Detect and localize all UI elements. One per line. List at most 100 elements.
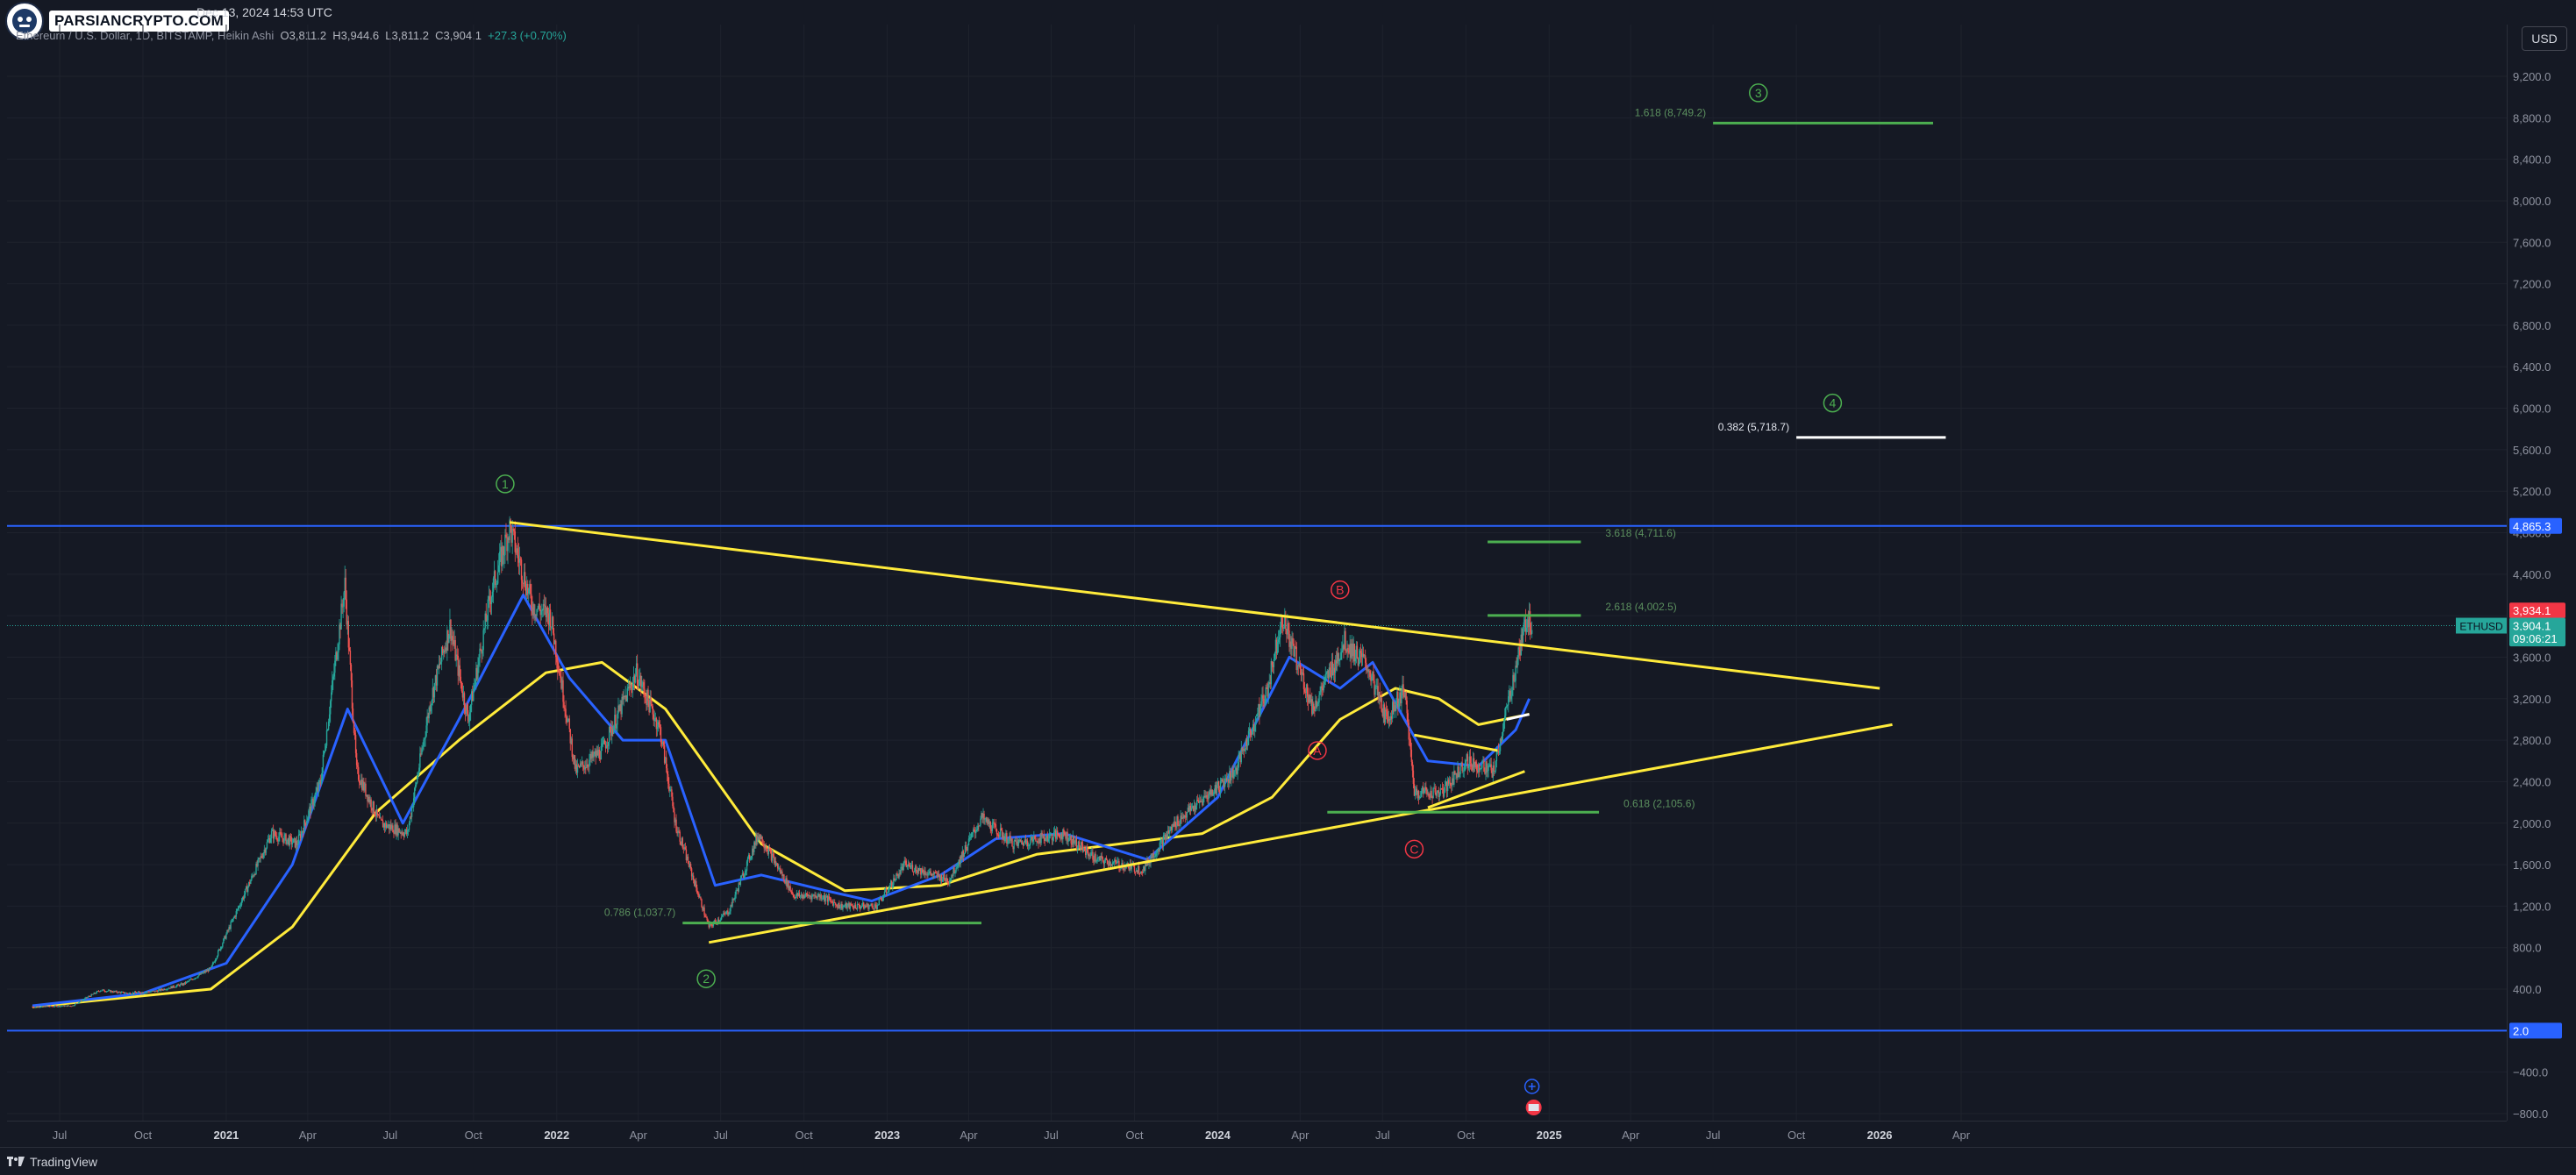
candle-body (411, 807, 414, 808)
candle-body (289, 836, 291, 837)
time-tick-label: Oct (1457, 1129, 1475, 1142)
candle-body (975, 830, 977, 834)
candle-body (239, 906, 241, 907)
candle-body (1438, 794, 1441, 797)
candle-body (425, 725, 427, 737)
candle-body (1486, 761, 1488, 773)
price-chart[interactable]: 1.618 (8,749.2) 0.382 (5,718.7) 3.618 (4,7… (7, 25, 2507, 1121)
candle-body (1502, 721, 1505, 732)
candle-body (731, 898, 733, 907)
candle-body (322, 754, 325, 768)
candle-body (645, 696, 646, 699)
candle-body (1112, 861, 1115, 863)
candle-body (603, 740, 606, 744)
candle-body (244, 888, 246, 895)
candle-body (329, 701, 332, 715)
candle-body (503, 554, 505, 556)
candle-body (809, 895, 810, 897)
candle-body (323, 751, 325, 755)
candle-body (498, 565, 500, 573)
candle-body (1106, 859, 1109, 865)
candle-body (1515, 666, 1516, 681)
candle-body (949, 879, 951, 884)
candle-body (858, 904, 860, 907)
candle-body (281, 834, 282, 838)
candle-body (563, 701, 565, 709)
candle-body (696, 887, 698, 894)
candle-body (1278, 637, 1281, 640)
price-tick-label: −800.0 (2513, 1107, 2548, 1121)
candle-body (1341, 650, 1343, 652)
time-tick-label: Apr (960, 1129, 978, 1142)
candle-body (1493, 765, 1495, 772)
candle-body (640, 675, 642, 687)
candle-body (565, 709, 567, 716)
candle-body (871, 903, 873, 907)
candle-body (321, 767, 324, 780)
candle-body (187, 980, 189, 982)
candle-body (1371, 675, 1373, 681)
candle-body (658, 722, 660, 725)
candle-body (850, 903, 853, 906)
candle-body (915, 865, 917, 872)
wave-2-label: 2 (696, 969, 716, 988)
candle-body (222, 943, 224, 947)
wave-text: 1 (502, 477, 509, 491)
time-scale[interactable]: Jul Oct 2021 Apr Jul Oct 2022 Apr Jul Oct 2023 Apr J… (7, 1121, 2507, 1148)
candle-body (1008, 838, 1010, 844)
candle-body (422, 746, 424, 750)
candle-body (473, 688, 475, 701)
price-scale[interactable]: 9,200.0 8,800.0 8,400.0 8,000.0 7,600.0 7,200… (2507, 25, 2576, 1121)
candle-body (1075, 838, 1078, 849)
wave-3-label: 3 (1748, 83, 1768, 103)
candle-body (743, 874, 746, 878)
candle-body (965, 844, 967, 850)
candle-body (1495, 751, 1498, 762)
fib-0382-label: 0.382 (5,718.7) (1718, 421, 1789, 433)
candle-body (1237, 767, 1238, 774)
candle-body (1469, 756, 1472, 764)
candle-body (460, 676, 462, 682)
candle-body (1459, 766, 1461, 774)
candle-body (790, 890, 792, 892)
time-axis[interactable]: Jul Oct 2021 Apr Jul Oct 2022 Apr Jul Oct 2023 Apr J… (7, 1122, 2507, 1148)
candle-body (727, 910, 729, 915)
candle-body (1092, 851, 1094, 860)
candle-body (1347, 648, 1349, 652)
candle-body (315, 791, 317, 794)
candle-body (403, 832, 406, 837)
candle-body (860, 907, 862, 909)
candle-body (1264, 702, 1266, 704)
candle-body (883, 891, 886, 896)
candle-body (355, 752, 358, 766)
candle-body (989, 821, 991, 830)
misc-markers: ETHUSD (1523, 617, 2507, 1115)
candle-body (161, 988, 163, 990)
candle-body (632, 681, 634, 690)
candle-body (762, 844, 764, 846)
candle-body (517, 548, 519, 556)
time-tick-label: Jul (1044, 1129, 1059, 1142)
candle-body (260, 856, 262, 858)
tradingview-logo[interactable]: TradingView (7, 1155, 97, 1169)
candle-body (718, 920, 721, 922)
candle-body (251, 875, 253, 880)
candle-body (1461, 762, 1463, 772)
candle-body (107, 991, 109, 992)
candle-body (254, 873, 256, 875)
candle-body (1255, 716, 1257, 725)
candle-body (520, 559, 523, 580)
candle-body (1004, 837, 1006, 842)
price-tick-label: 5,200.0 (2513, 485, 2551, 498)
candle-body (924, 870, 926, 875)
candle-body (1421, 790, 1423, 797)
price-tick-label: 6,400.0 (2513, 360, 2551, 374)
time-tick-label: Apr (1291, 1129, 1309, 1142)
candle-body (1439, 788, 1442, 794)
candle-body (1498, 751, 1501, 753)
candle-body (419, 753, 421, 768)
price-axis[interactable]: 9,200.0 8,800.0 8,400.0 8,000.0 7,600.0 7,200… (2508, 25, 2576, 1121)
candle-body (600, 745, 603, 760)
chart-pane[interactable]: 1.618 (8,749.2) 0.382 (5,718.7) 3.618 (4,7… (7, 25, 2507, 1121)
candle-body (1369, 671, 1371, 677)
